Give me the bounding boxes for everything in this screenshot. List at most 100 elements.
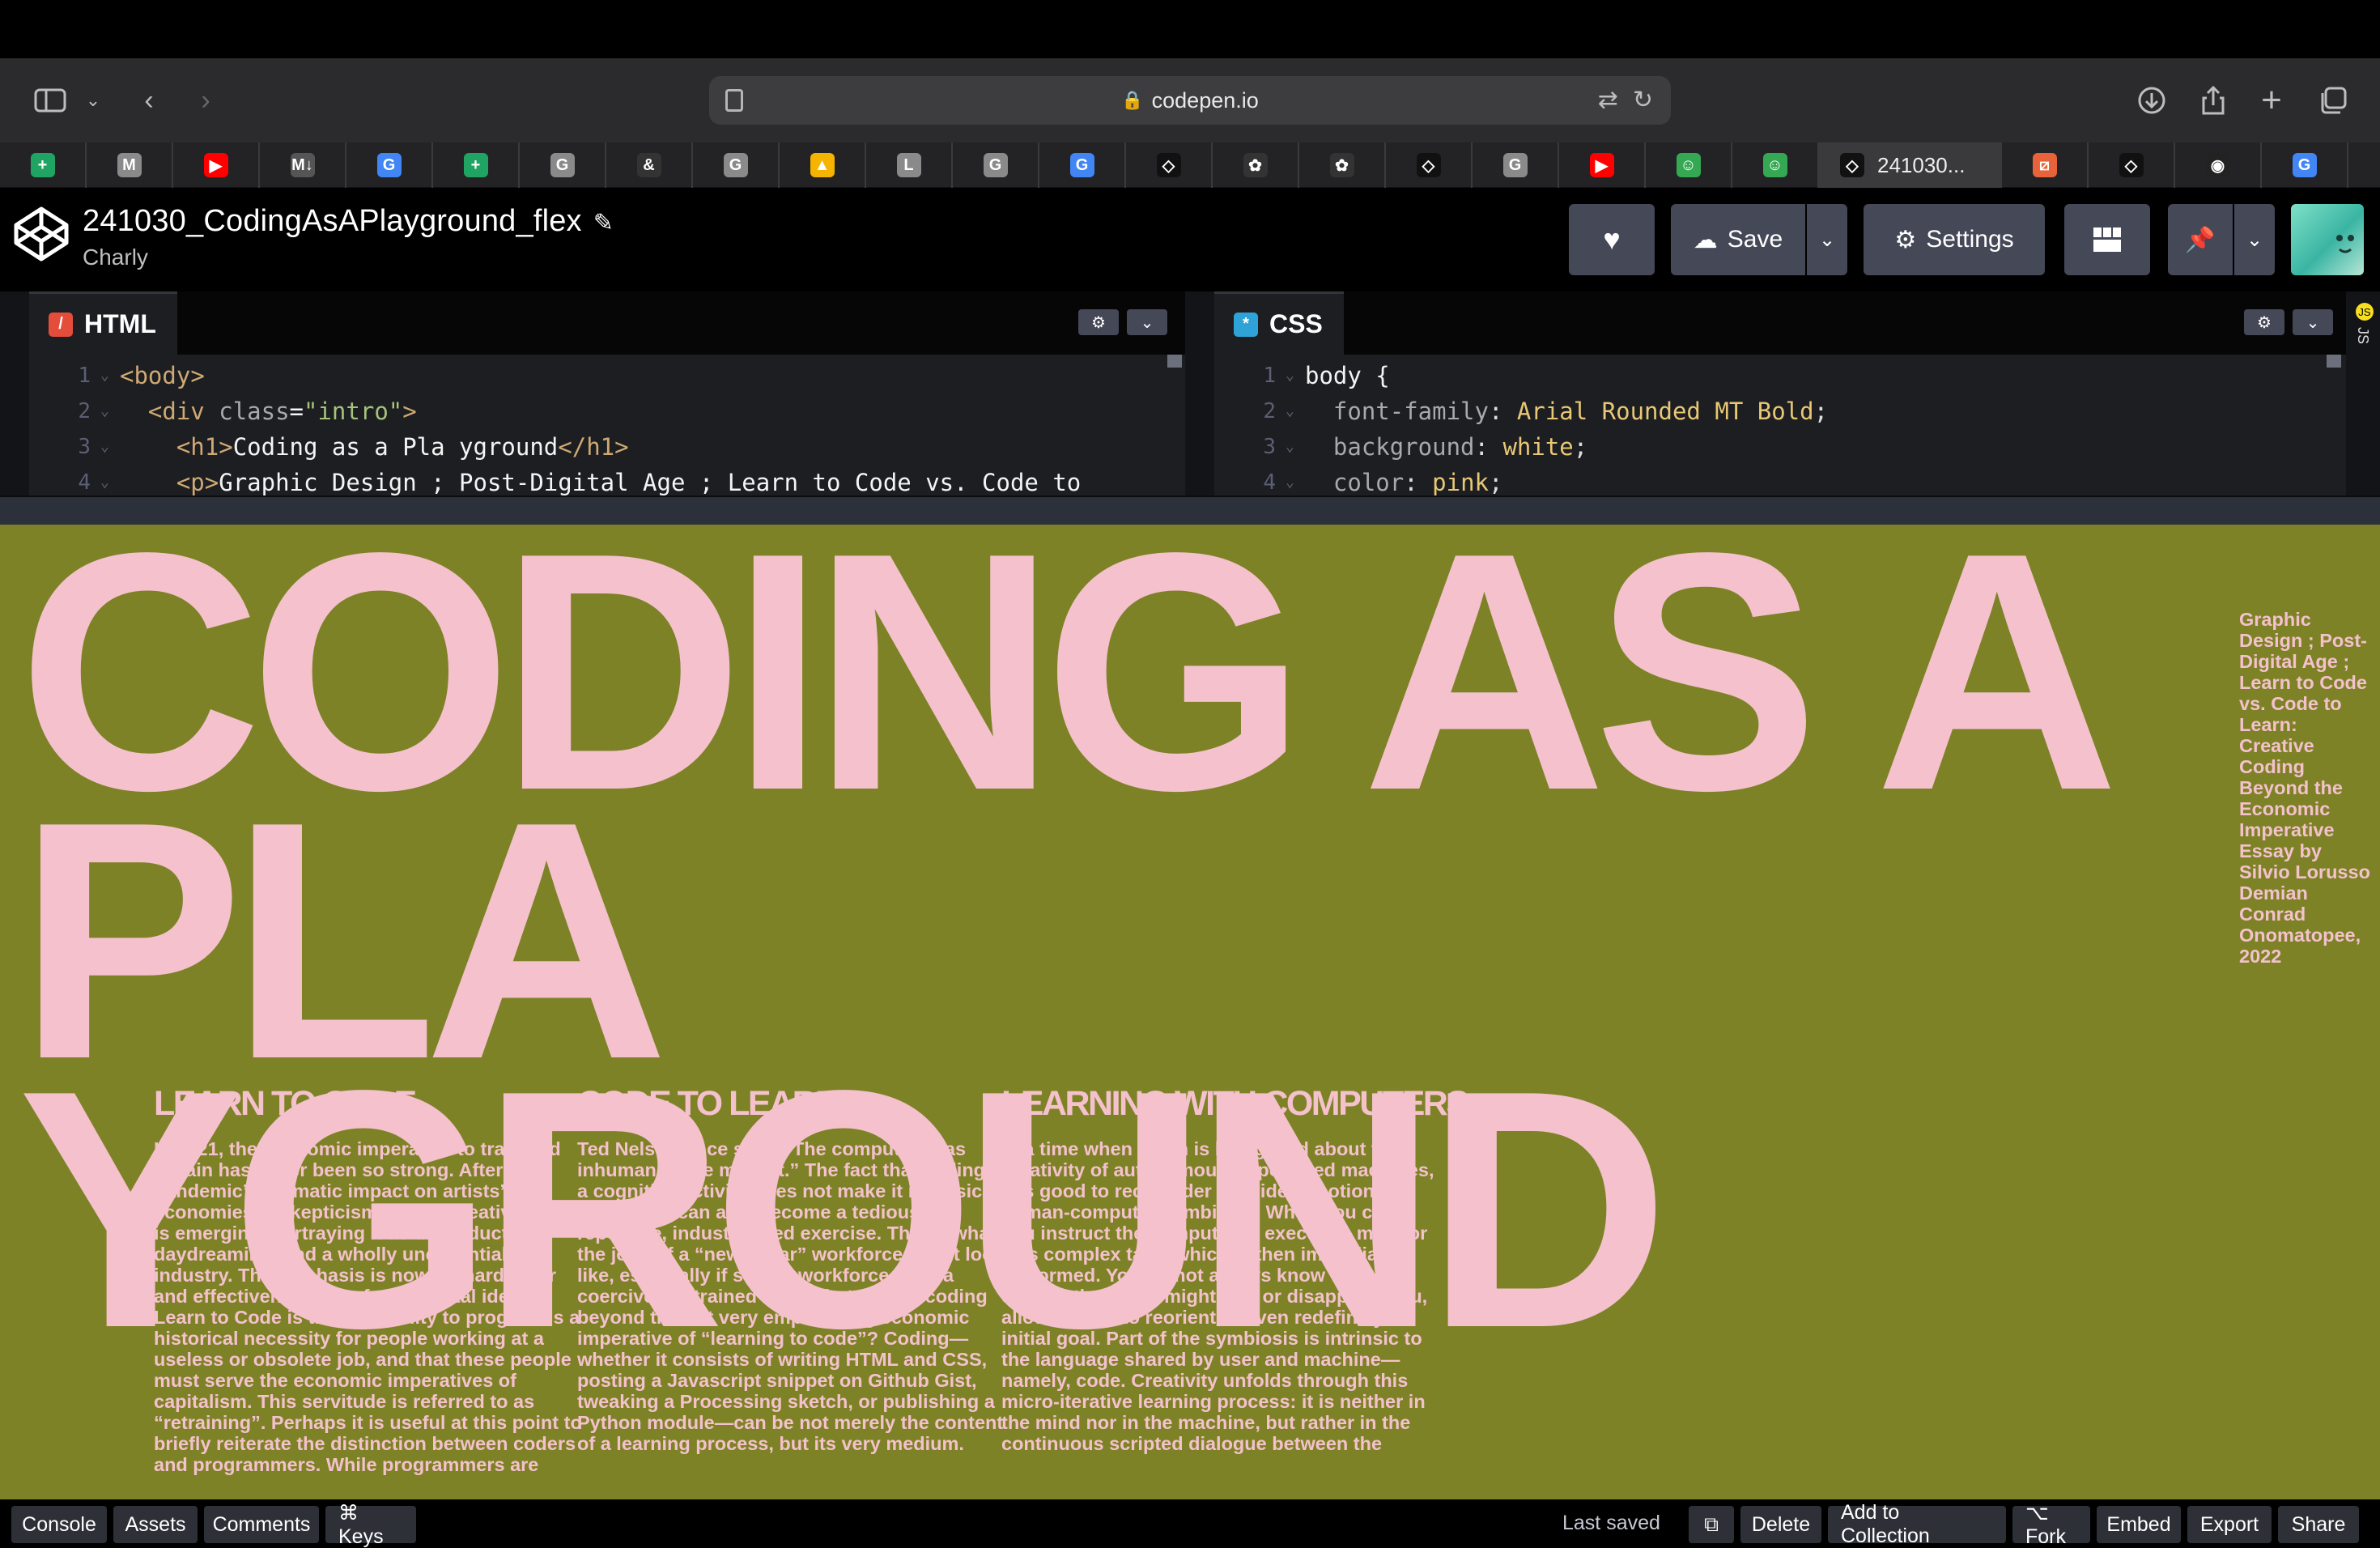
- add-to-collection-button[interactable]: Add to Collection: [1828, 1501, 2006, 1547]
- chevron-down-icon[interactable]: ⌄: [81, 76, 105, 125]
- browser-tab[interactable]: G: [693, 142, 780, 188]
- code-line[interactable]: 1 ⌄ body {: [1214, 358, 2346, 393]
- browser-tab[interactable]: G: [1039, 142, 1126, 188]
- fold-arrow-icon[interactable]: ⌄: [100, 465, 120, 495]
- pen-author[interactable]: Charly: [83, 245, 148, 270]
- fold-arrow-icon[interactable]: ⌄: [100, 358, 120, 393]
- code-line[interactable]: 2 ⌄ <div class="intro">: [29, 393, 1185, 429]
- back-icon[interactable]: ‹: [133, 76, 165, 125]
- fork-button[interactable]: ⌥ Fork: [2012, 1502, 2090, 1548]
- chevron-down-icon[interactable]: ⌄: [2293, 309, 2333, 335]
- css-editor[interactable]: * CSS ⚙ ⌄ 1 ⌄ body {2 ⌄ font-family: Arial …: [1214, 291, 2346, 495]
- new-tab-icon[interactable]: +: [2255, 76, 2288, 125]
- fold-arrow-icon[interactable]: ⌄: [1286, 358, 1305, 393]
- layout-button[interactable]: [2064, 204, 2150, 275]
- avatar[interactable]: [2291, 204, 2364, 275]
- pencil-icon[interactable]: ✎: [593, 210, 614, 236]
- browser-tab[interactable]: G: [520, 142, 606, 188]
- browser-tab[interactable]: ▲: [780, 142, 866, 188]
- save-options-button[interactable]: ⌄: [1807, 204, 1847, 275]
- browser-tab[interactable]: M: [87, 142, 173, 188]
- code-line[interactable]: 4 ⌄ color: pink;: [1214, 465, 2346, 495]
- settings-button[interactable]: ⚙ Settings: [1864, 204, 2045, 275]
- pin-button[interactable]: 📌: [2168, 204, 2233, 275]
- browser-tab[interactable]: ◉: [2175, 142, 2262, 188]
- tab-css[interactable]: * CSS: [1214, 291, 1344, 355]
- browser-tab[interactable]: ▶: [173, 142, 260, 188]
- sidebar-toggle-icon[interactable]: [31, 76, 70, 125]
- browser-tab[interactable]: M↓: [260, 142, 346, 188]
- delete-button[interactable]: Delete: [1740, 1506, 1821, 1543]
- share-icon[interactable]: [2197, 76, 2229, 125]
- code-line[interactable]: 1 ⌄ <body>: [29, 358, 1185, 393]
- editor-resize-handle[interactable]: [0, 495, 2380, 525]
- code-line[interactable]: 3 ⌄ <h1>Coding as a Pla yground</h1>: [29, 429, 1185, 465]
- browser-tab[interactable]: ☺: [1732, 142, 1819, 188]
- browser-tab[interactable]: L: [866, 142, 953, 188]
- scrollbar[interactable]: [1167, 355, 1182, 368]
- browser-tab-active[interactable]: ◇ 241030...: [1819, 142, 2002, 188]
- page-icon[interactable]: [725, 89, 743, 112]
- translate-icon[interactable]: ⇄: [1598, 86, 1618, 114]
- assets-button[interactable]: Assets: [113, 1506, 198, 1543]
- code-line[interactable]: 4 ⌄ <p>Graphic Design ; Post-Digital Age …: [29, 465, 1185, 495]
- gear-icon[interactable]: ⚙: [2244, 309, 2284, 335]
- scrollbar[interactable]: [2327, 355, 2341, 368]
- browser-tab[interactable]: &: [606, 142, 693, 188]
- fold-arrow-icon[interactable]: ⌄: [100, 393, 120, 429]
- generic-g-icon: G: [550, 153, 575, 177]
- browser-tab[interactable]: G: [346, 142, 433, 188]
- share-button[interactable]: Share: [2278, 1506, 2359, 1543]
- gear-icon: ⚙: [1894, 226, 1917, 253]
- css-code[interactable]: 1 ⌄ body {2 ⌄ font-family: Arial Rounded MT…: [1214, 355, 2346, 495]
- export-button[interactable]: Export: [2187, 1506, 2272, 1543]
- codepen-logo-icon[interactable]: [11, 204, 71, 264]
- save-label: Save: [1727, 226, 1783, 253]
- browser-tab[interactable]: +: [433, 142, 520, 188]
- code-line[interactable]: 3 ⌄ background: white;: [1214, 429, 2346, 465]
- save-button[interactable]: ☁ Save: [1671, 204, 1805, 275]
- embed-button[interactable]: Embed: [2097, 1506, 2181, 1543]
- browser-tab[interactable]: G: [953, 142, 1039, 188]
- html-editor[interactable]: / HTML ⚙ ⌄ 1 ⌄ <body> 2 ⌄ <div class="intro"…: [29, 291, 1185, 495]
- html-code[interactable]: 1 ⌄ <body> 2 ⌄ <div class="intro"> 3 ⌄ <h1>Cod…: [29, 355, 1185, 495]
- code-text: background: white;: [1332, 433, 1588, 461]
- fold-arrow-icon[interactable]: ⌄: [100, 429, 120, 465]
- browser-tab[interactable]: ✿: [1299, 142, 1386, 188]
- browser-tab[interactable]: ◇: [1126, 142, 1213, 188]
- last-saved-status: Last saved: [1562, 1512, 1660, 1534]
- browser-tab[interactable]: ◇: [1386, 142, 1473, 188]
- browser-tab[interactable]: ☺: [1646, 142, 1732, 188]
- markdown-icon: M↓: [290, 153, 315, 177]
- browser-tab[interactable]: +: [0, 142, 87, 188]
- browser-tab[interactable]: ▶: [1559, 142, 1646, 188]
- browser-tab[interactable]: ◇: [2089, 142, 2175, 188]
- code-line[interactable]: 2 ⌄ font-family: Arial Rounded MT Bold;: [1214, 393, 2346, 429]
- browser-tab[interactable]: G: [1473, 142, 1559, 188]
- browser-tab[interactable]: G: [2262, 142, 2348, 188]
- tab-html[interactable]: / HTML: [29, 291, 177, 355]
- drive-icon: ▲: [810, 153, 835, 177]
- tab-overview-icon[interactable]: [2317, 76, 2349, 125]
- open-external-button[interactable]: ⧉: [1689, 1506, 1734, 1543]
- reload-icon[interactable]: ↻: [1633, 86, 1653, 114]
- forward-icon[interactable]: ›: [189, 76, 222, 125]
- address-bar[interactable]: 🔒 codepen.io ⇄ ↻: [709, 76, 1671, 125]
- fold-arrow-icon[interactable]: ⌄: [1286, 465, 1305, 495]
- fold-arrow-icon[interactable]: ⌄: [1286, 393, 1305, 429]
- browser-tab[interactable]: ⧄: [2002, 142, 2089, 188]
- download-icon[interactable]: [2136, 76, 2168, 125]
- pin-options-button[interactable]: ⌄: [2234, 204, 2275, 275]
- comments-button[interactable]: Comments: [204, 1506, 319, 1543]
- chevron-down-icon[interactable]: ⌄: [1127, 309, 1167, 335]
- browser-tab[interactable]: ✿: [1213, 142, 1299, 188]
- js-editor-collapsed[interactable]: JS JS: [2348, 291, 2380, 495]
- preview-frame: CODING AS A PLA YGROUND Graphic Design ;…: [0, 525, 2380, 1499]
- keys-button[interactable]: ⌘ Keys: [325, 1502, 416, 1548]
- gear-icon[interactable]: ⚙: [1078, 309, 1119, 335]
- pen-title[interactable]: 241030_CodingAsAPlayground_flex ✎: [83, 204, 614, 239]
- console-button[interactable]: Console: [11, 1506, 107, 1543]
- line-number: 3: [78, 435, 91, 459]
- fold-arrow-icon[interactable]: ⌄: [1286, 429, 1305, 465]
- heart-button[interactable]: ♥: [1569, 204, 1655, 275]
